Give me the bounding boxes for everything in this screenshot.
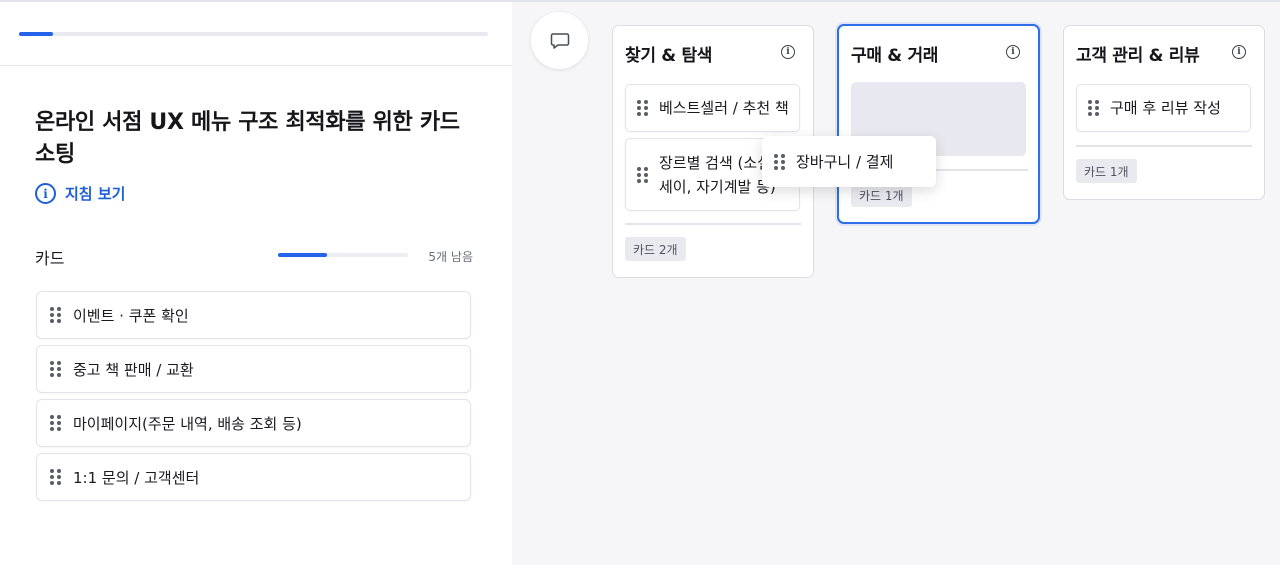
pool-card[interactable]: 마이페이지(주문 내역, 배송 조회 등): [36, 399, 471, 447]
study-progress-bar: [19, 32, 488, 36]
drag-handle-icon[interactable]: [50, 307, 61, 323]
column-card-label: 구매 후 리뷰 작성: [1110, 99, 1221, 117]
guide-link[interactable]: i 지침 보기: [35, 183, 125, 204]
card-count-badge: 카드 2개: [625, 237, 686, 261]
cards-progress-bar: [278, 253, 408, 257]
column-title: 찾기 & 탐색: [625, 46, 713, 66]
drag-handle-icon[interactable]: [637, 100, 648, 116]
pool-card-label: 1:1 문의 / 고객센터: [73, 468, 200, 487]
card-count-badge: 카드 1개: [1076, 159, 1137, 183]
left-panel: 온라인 서점 UX 메뉴 구조 최적화를 위한 카드 소팅 i 지침 보기 카드…: [0, 2, 512, 565]
study-progress-fill: [19, 32, 53, 36]
cards-progress-fill: [278, 253, 328, 257]
category-column-customer-review[interactable]: 고객 관리 & 리뷰 i 구매 후 리뷰 작성 카드 1개: [1063, 25, 1265, 200]
info-icon[interactable]: i: [1006, 45, 1020, 59]
pool-card[interactable]: 이벤트 · 쿠폰 확인: [36, 291, 471, 339]
guide-link-label: 지침 보기: [65, 185, 126, 203]
drag-handle-icon[interactable]: [50, 415, 61, 431]
pool-card-label: 마이페이지(주문 내역, 배송 조회 등): [73, 414, 302, 433]
category-column-purchase-trade[interactable]: 구매 & 거래 i 카드 1개: [837, 24, 1040, 224]
pool-card[interactable]: 중고 책 판매 / 교환: [36, 345, 471, 393]
column-divider: [625, 223, 801, 225]
pool-card[interactable]: 1:1 문의 / 고객센터: [36, 453, 471, 501]
comment-icon: [550, 32, 569, 49]
column-title: 구매 & 거래: [851, 46, 939, 66]
page-title: 온라인 서점 UX 메뉴 구조 최적화를 위한 카드 소팅: [35, 110, 460, 167]
info-icon[interactable]: i: [781, 45, 795, 59]
drag-handle-icon[interactable]: [50, 469, 61, 485]
drag-handle-icon[interactable]: [637, 166, 648, 183]
cards-remaining: 5개 남음: [428, 250, 473, 264]
drag-handle-icon[interactable]: [50, 361, 61, 377]
drag-handle-icon[interactable]: [1088, 100, 1099, 116]
info-circle-icon: i: [35, 183, 56, 204]
drag-handle-icon[interactable]: [774, 153, 785, 170]
column-card-label: 베스트셀러 / 추천 책: [659, 99, 789, 117]
column-title: 고객 관리 & 리뷰: [1076, 46, 1200, 66]
dragging-card-label: 장바구니 / 결제: [796, 153, 894, 171]
pool-card-label: 이벤트 · 쿠폰 확인: [73, 306, 189, 325]
cards-section-title: 카드: [35, 249, 65, 268]
column-card[interactable]: 베스트셀러 / 추천 책: [625, 84, 800, 132]
pool-card-label: 중고 책 판매 / 교환: [73, 360, 194, 379]
info-icon[interactable]: i: [1232, 45, 1246, 59]
column-divider: [1076, 145, 1252, 147]
comment-button[interactable]: [531, 12, 588, 69]
dragging-card[interactable]: 장바구니 / 결제: [762, 136, 936, 187]
column-card[interactable]: 구매 후 리뷰 작성: [1076, 84, 1251, 132]
header-divider: [0, 65, 512, 66]
